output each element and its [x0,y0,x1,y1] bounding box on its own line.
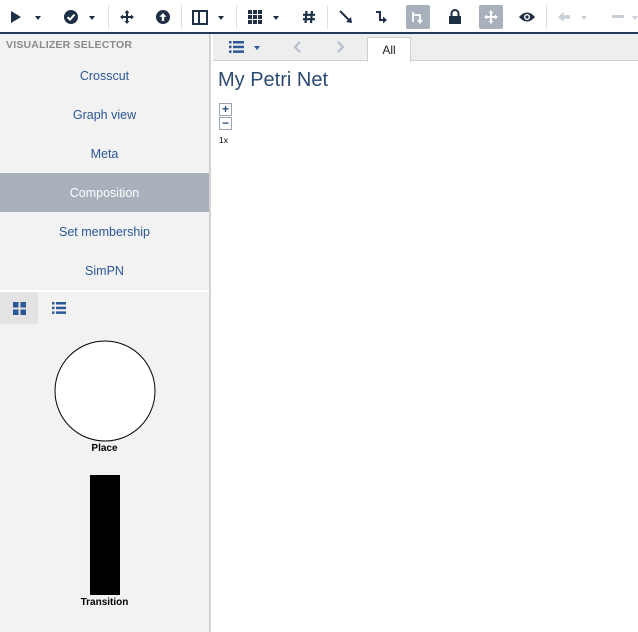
visualizer-item-meta[interactable]: Meta [0,134,209,173]
toolbar-divider [236,5,237,29]
connector-icon [412,12,423,24]
arrow-up-circle-icon [156,10,170,24]
list-menu-icon [228,41,244,53]
eye-icon [519,12,535,22]
visualizer-item-crosscut[interactable]: Crosscut [0,56,209,95]
toolbar-divider [108,5,109,29]
layout-button[interactable] [190,5,210,29]
visualizer-item-graph-view[interactable]: Graph view [0,95,209,134]
tiles-view-button[interactable] [0,292,38,324]
connection-bend-button[interactable] [371,5,391,29]
zoom-out-button[interactable]: − [219,117,232,130]
place-decorator[interactable] [54,340,156,442]
chevron-down-icon[interactable] [273,16,279,20]
validate-button[interactable] [62,5,80,29]
toolbar-divider [546,5,547,29]
chevron-down-icon[interactable] [89,16,95,20]
tiles-view-icon [12,301,26,315]
transition-label: Transition [80,597,129,608]
chevron-down-icon[interactable] [632,16,638,20]
grid-icon [248,10,262,24]
visibility-button[interactable] [516,5,538,29]
chevron-down-icon[interactable] [581,16,587,20]
minus-icon [612,15,624,18]
lock-button[interactable] [445,5,465,29]
zoom-in-button[interactable]: + [219,103,232,116]
visualizer-list: Crosscut Graph view Meta Composition Set… [0,56,209,290]
list-view-button[interactable] [40,292,78,324]
pan-button[interactable] [479,5,503,29]
tab-all[interactable]: All [367,37,411,62]
chevron-right-icon [337,41,345,53]
visualizer-item-composition[interactable]: Composition [0,173,209,212]
back-button[interactable] [554,5,574,29]
visualizer-item-simpn[interactable]: SimPN [0,251,209,290]
move-arrows-icon [120,10,134,24]
place-label: Place [91,443,118,454]
connector-button[interactable] [406,5,430,29]
tab-bar: All [213,34,638,62]
play-icon [11,11,21,23]
hash-button[interactable] [299,5,319,29]
chevron-down-icon[interactable] [218,16,224,20]
zoom-level: 1x [219,135,228,145]
connection-straight-button[interactable] [336,5,356,29]
composition-canvas: All My Petri Net + − 1x [213,34,638,632]
visualizer-selector-title: VISUALIZER SELECTOR [6,39,133,51]
arrow-diagonal-icon [339,10,352,23]
arrow-left-icon [558,12,570,22]
toolbar-divider [181,5,182,29]
move-button[interactable] [117,5,137,29]
tab-prev-button[interactable] [289,35,305,59]
chevron-down-icon[interactable] [254,46,260,50]
main-toolbar [0,0,638,34]
columns-icon [192,9,208,25]
play-button[interactable] [8,5,24,29]
hash-icon [303,10,315,24]
tab-menu-button[interactable] [227,35,245,59]
grid-button[interactable] [245,5,265,29]
tab-next-button[interactable] [333,35,349,59]
visualizer-item-set-membership[interactable]: Set membership [0,212,209,251]
transition-decorator[interactable] [90,475,120,595]
page-title: My Petri Net [218,69,329,91]
list-view-icon [52,302,66,314]
lock-icon [449,9,461,24]
toolbar-divider [327,5,328,29]
upload-button[interactable] [153,5,173,29]
pan-icon [484,10,498,24]
check-circle-icon [64,10,78,24]
visualizer-panel: VISUALIZER SELECTOR Crosscut Graph view … [0,34,211,632]
chevron-left-icon [293,41,301,53]
chevron-down-icon[interactable] [35,16,41,20]
arrow-bend-icon [376,11,387,24]
minus-button[interactable] [608,5,628,29]
